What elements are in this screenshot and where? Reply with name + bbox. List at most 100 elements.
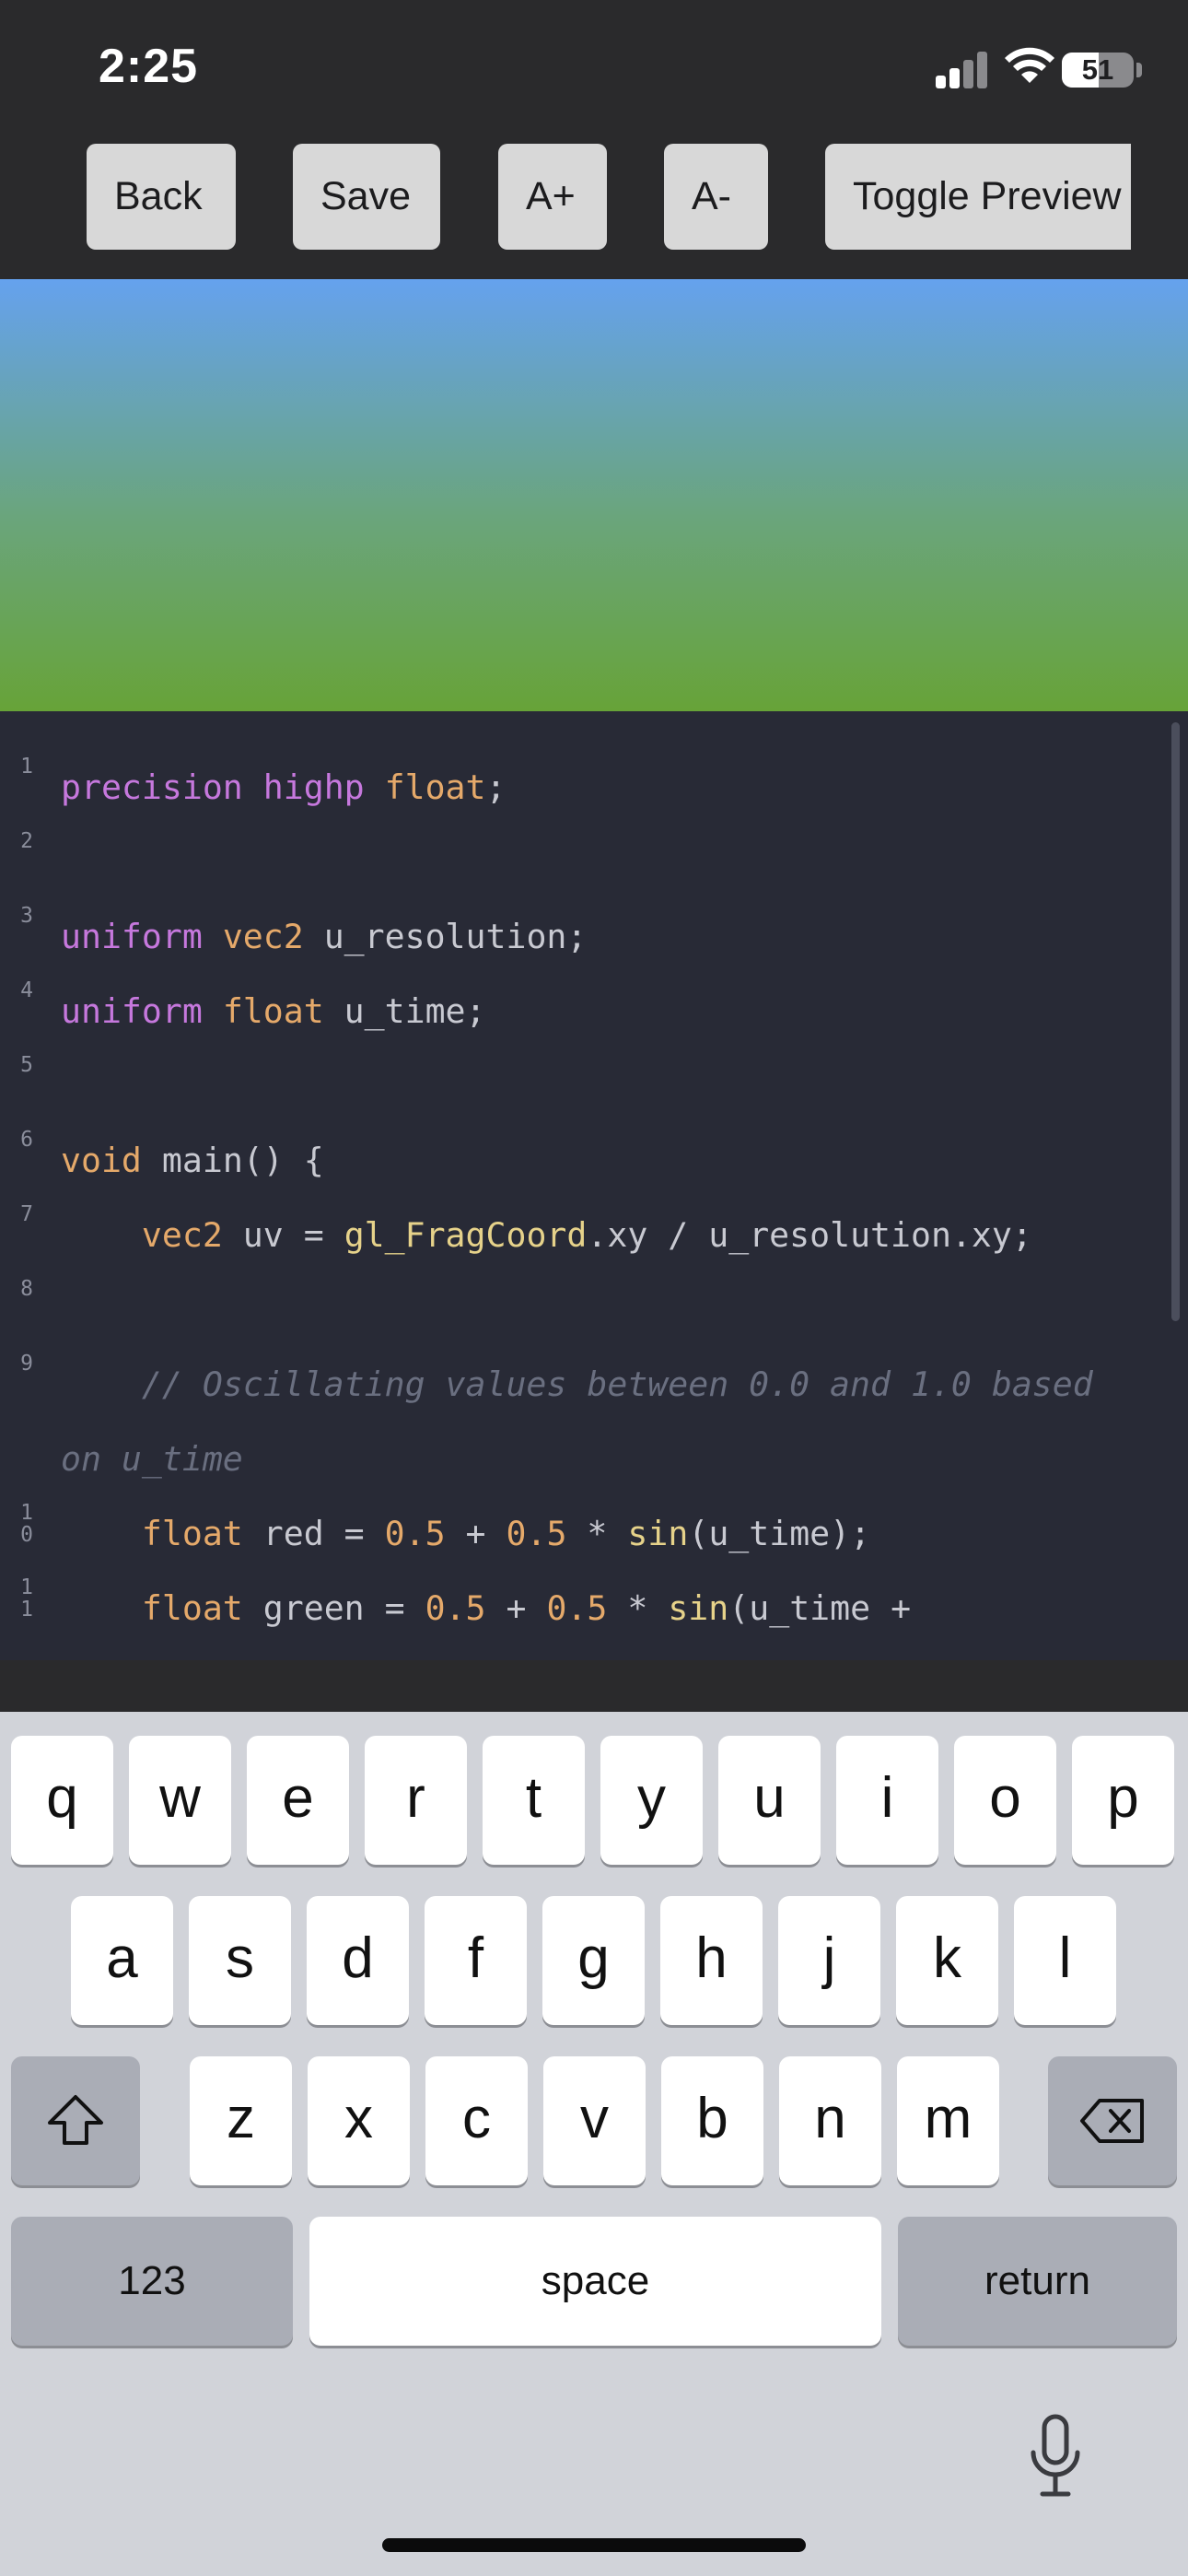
key-u[interactable]: u	[718, 1736, 821, 1865]
code-line[interactable]: 7 vec2 uv = gl_FragCoord.xy / u_resoluti…	[0, 1198, 1188, 1272]
code-line[interactable]: 8	[0, 1272, 1188, 1347]
battery-icon: 51	[1062, 53, 1134, 88]
code-editor[interactable]: 1 precision highp float; 2 3 uniform vec2 u_…	[0, 711, 1188, 1660]
delete-key[interactable]	[1048, 2056, 1177, 2185]
decrease-font-button[interactable]: A-	[664, 144, 768, 250]
code-text: // Oscillating values between 0.0 and 1.…	[61, 1347, 1093, 1422]
key-n[interactable]: n	[779, 2056, 881, 2185]
toggle-preview-button[interactable]: Toggle Preview	[825, 144, 1131, 250]
line-number: 11	[20, 1575, 33, 1622]
key-y[interactable]: y	[600, 1736, 703, 1865]
key-s[interactable]: s	[189, 1896, 291, 2025]
key-z[interactable]: z	[190, 2056, 292, 2185]
line-number: 4	[20, 978, 33, 1002]
code-token: 0.5	[506, 1514, 567, 1553]
key-f[interactable]: f	[425, 1896, 527, 2025]
shift-key[interactable]	[11, 2056, 140, 2185]
key-b[interactable]: b	[661, 2056, 763, 2185]
code-token: +	[870, 1588, 912, 1628]
key-q[interactable]: q	[11, 1736, 113, 1865]
key-c[interactable]: c	[425, 2056, 528, 2185]
code-token: u_time	[708, 1514, 831, 1553]
code-token: main	[161, 1141, 243, 1180]
keyboard: q w e r t y u i o p a s d f g h j k l z x c v b n m 123 space return	[0, 1712, 1188, 2576]
back-button[interactable]: Back	[87, 144, 236, 250]
line-number: 5	[20, 1053, 33, 1077]
code-text: on u_time	[61, 1422, 243, 1496]
code-line[interactable]: 1 precision highp float;	[0, 750, 1188, 825]
key-i[interactable]: i	[836, 1736, 938, 1865]
key-t[interactable]: t	[483, 1736, 585, 1865]
code-line[interactable]: 6 void main() {	[0, 1123, 1188, 1198]
status-bar: 2:25 51	[0, 0, 1188, 138]
key-j[interactable]: j	[778, 1896, 880, 2025]
code-line[interactable]: 10 float red = 0.5 + 0.5 * sin(u_time);	[0, 1496, 1188, 1571]
code-token: ;	[485, 767, 507, 807]
key-x[interactable]: x	[308, 2056, 410, 2185]
code-token: precision	[61, 767, 243, 807]
key-h[interactable]: h	[660, 1896, 763, 2025]
code-line[interactable]: 5	[0, 1048, 1188, 1123]
key-d[interactable]: d	[307, 1896, 409, 2025]
code-token: uv	[242, 1215, 284, 1255]
code-token: 0.5	[546, 1588, 608, 1628]
key-o[interactable]: o	[954, 1736, 1056, 1865]
code-token: float	[222, 991, 324, 1031]
code-token: green	[262, 1588, 365, 1628]
key-l[interactable]: l	[1014, 1896, 1116, 2025]
code-token: vec2	[141, 1215, 223, 1255]
home-indicator[interactable]	[382, 2538, 806, 2552]
return-key[interactable]: return	[898, 2217, 1177, 2346]
numbers-key[interactable]: 123	[11, 2217, 293, 2346]
key-v[interactable]: v	[543, 2056, 646, 2185]
code-token: sin	[627, 1514, 689, 1553]
code-line[interactable]: on u_time	[0, 1422, 1188, 1496]
cellular-signal-icon	[936, 48, 989, 88]
key-w[interactable]: w	[129, 1736, 231, 1865]
increase-font-button[interactable]: A+	[498, 144, 607, 250]
code-token: );	[830, 1514, 871, 1553]
key-k[interactable]: k	[896, 1896, 998, 2025]
editor-bottom-bar	[0, 1660, 1188, 1712]
code-token: (	[728, 1588, 750, 1628]
key-r[interactable]: r	[365, 1736, 467, 1865]
shader-preview	[0, 279, 1188, 711]
wifi-icon	[1005, 47, 1054, 83]
space-key[interactable]: space	[309, 2217, 881, 2346]
key-m[interactable]: m	[897, 2056, 999, 2185]
key-a[interactable]: a	[71, 1896, 173, 2025]
code-token: u_resolution	[708, 1215, 951, 1255]
battery-percent: 51	[1081, 53, 1114, 86]
code-line[interactable]: 2	[0, 825, 1188, 899]
save-button[interactable]: Save	[293, 144, 440, 250]
line-number: 2	[20, 829, 33, 853]
code-token: vec2	[222, 917, 304, 956]
microphone-icon[interactable]	[1028, 2414, 1083, 2499]
key-e[interactable]: e	[247, 1736, 349, 1865]
key-p[interactable]: p	[1072, 1736, 1174, 1865]
code-token: float	[141, 1588, 243, 1628]
code-text: uniform vec2 u_resolution;	[61, 899, 587, 974]
code-token: =	[323, 1514, 385, 1553]
code-token: float	[384, 767, 486, 807]
key-g[interactable]: g	[542, 1896, 645, 2025]
code-line[interactable]: 3 uniform vec2 u_resolution;	[0, 899, 1188, 974]
code-line[interactable]: 9 // Oscillating values between 0.0 and …	[0, 1347, 1188, 1422]
code-line[interactable]: 4 uniform float u_time;	[0, 974, 1188, 1048]
code-token: u_time	[344, 991, 466, 1031]
code-token: uniform	[61, 991, 203, 1031]
code-token: +	[485, 1588, 547, 1628]
line-number: 7	[20, 1202, 33, 1226]
delete-icon	[1080, 2099, 1144, 2143]
code-line[interactable]: 11 float green = 0.5 + 0.5 * sin(u_time …	[0, 1571, 1188, 1645]
code-token: ;	[465, 991, 486, 1031]
code-token: uniform	[61, 917, 203, 956]
editor-toolbar: Back Save A+ A- Toggle Preview	[0, 138, 1188, 279]
